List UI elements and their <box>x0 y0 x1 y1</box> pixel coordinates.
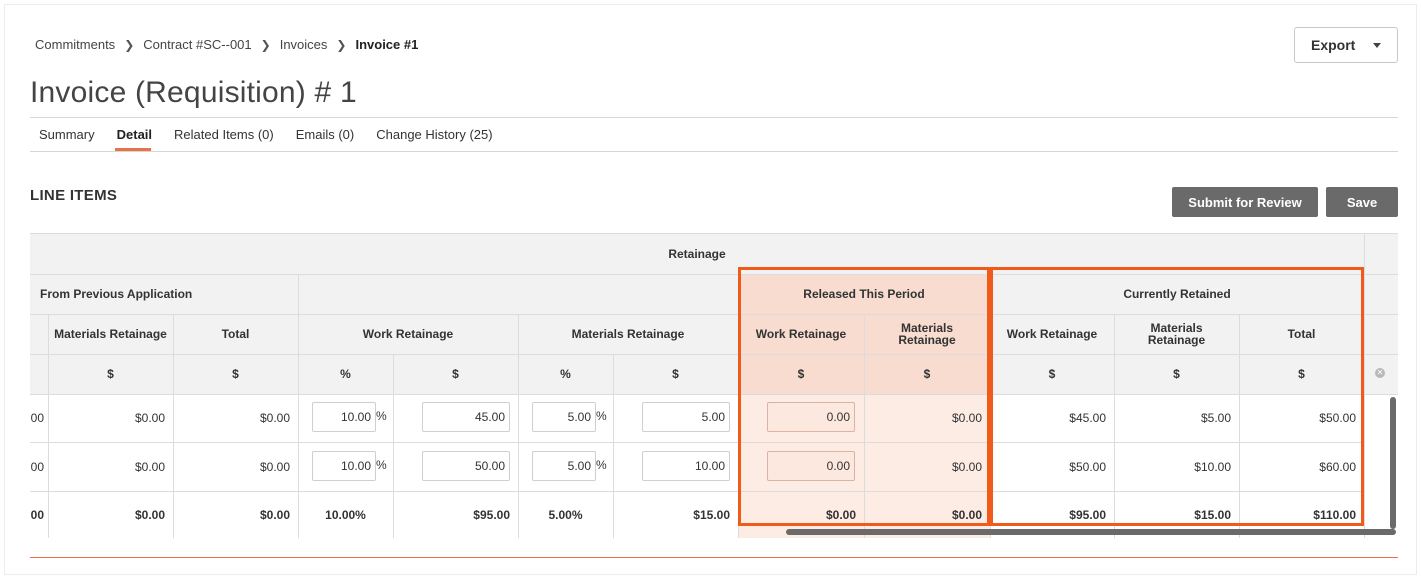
clear-filter-icon[interactable]: ✕ <box>1375 368 1385 378</box>
cut-unit <box>30 354 48 394</box>
table-cell: $60.00 <box>1319 459 1356 474</box>
table-cell: $0.00 <box>259 459 290 474</box>
table-cell: $0.00 <box>951 411 982 425</box>
materials-amount-input[interactable]: 5.00 <box>642 402 730 432</box>
table-cell: $10.00 <box>1194 459 1231 474</box>
materials-amount-input[interactable]: 10.00 <box>642 451 730 481</box>
spacer-header <box>298 274 738 314</box>
table-cell: $45.00 <box>1069 411 1106 425</box>
materials-percent-input[interactable]: 5.00 <box>532 451 596 481</box>
released-work-input[interactable]: 0.00 <box>767 451 855 481</box>
tab-related-items[interactable]: Related Items (0) <box>165 118 283 151</box>
line-items-grid: Retainage From Previous Application Rele… <box>30 233 1398 538</box>
breadcrumb-contract[interactable]: Contract #SC--001 <box>143 37 251 52</box>
unit-percent: % <box>518 354 613 394</box>
current-materials-header: Materials Retainage <box>1114 314 1239 354</box>
table-cell: $5.00 <box>1200 411 1231 425</box>
row-divider <box>30 314 1398 315</box>
work-percent-input[interactable]: 10.00 <box>312 451 376 481</box>
prev-materials-header: Materials Retainage <box>48 314 173 354</box>
work-retainage-header: Work Retainage <box>298 314 518 354</box>
released-this-period-header: Released This Period <box>738 274 990 314</box>
materials-retainage-header: Materials Retainage <box>518 314 738 354</box>
chevron-right-icon: ❯ <box>124 37 135 52</box>
currently-retained-header: Currently Retained <box>990 274 1364 314</box>
totals-cell: $95.00 <box>473 507 510 522</box>
table-cell: $50.00 <box>1069 459 1106 474</box>
col-divider <box>1364 234 1365 538</box>
breadcrumb: Commitments ❯ Contract #SC--001 ❯ Invoic… <box>35 37 418 52</box>
vertical-scrollbar[interactable] <box>1390 397 1396 529</box>
corner-header-2 <box>1364 274 1398 314</box>
tab-bar: Summary Detail Related Items (0) Emails … <box>30 118 506 151</box>
totals-cell: 10.00% <box>325 507 366 522</box>
unit-dollar: $ <box>990 354 1114 394</box>
work-percent-input[interactable]: 10.00 <box>312 402 376 432</box>
tab-detail[interactable]: Detail <box>108 118 161 151</box>
unit-dollar: $ <box>738 354 864 394</box>
unit-dollar: $ <box>48 354 173 394</box>
chevron-right-icon: ❯ <box>260 37 271 52</box>
tab-change-history[interactable]: Change History (25) <box>367 118 501 151</box>
row-divider <box>30 274 1398 275</box>
page-title: Invoice (Requisition) # 1 <box>30 76 357 109</box>
from-previous-header: From Previous Application <box>30 274 298 314</box>
table-cell: $50.00 <box>1319 411 1356 425</box>
current-total-header: Total <box>1239 314 1364 354</box>
table-cell: 00 <box>30 459 44 474</box>
materials-percent-input[interactable]: 5.00 <box>532 402 596 432</box>
breadcrumb-invoices[interactable]: Invoices <box>280 37 328 52</box>
percent-sign: % <box>376 458 387 472</box>
tab-emails[interactable]: Emails (0) <box>287 118 364 151</box>
save-button[interactable]: Save <box>1326 187 1398 217</box>
totals-cell: $15.00 <box>693 507 730 522</box>
unit-percent: % <box>298 354 393 394</box>
retainage-header: Retainage <box>30 234 1364 274</box>
horizontal-scrollbar[interactable] <box>786 529 1396 535</box>
percent-sign: % <box>596 458 607 472</box>
section-title: LINE ITEMS <box>30 187 118 204</box>
unit-dollar: $ <box>864 354 990 394</box>
export-button[interactable]: Export <box>1294 27 1398 63</box>
released-work-header: Work Retainage <box>738 314 864 354</box>
released-materials-header: Materials Retainage <box>864 314 990 354</box>
work-amount-input[interactable]: 50.00 <box>422 451 510 481</box>
totals-cell: $0.00 <box>259 507 290 522</box>
breadcrumb-current: Invoice #1 <box>355 37 419 52</box>
current-work-header: Work Retainage <box>990 314 1114 354</box>
table-cell: $0.00 <box>134 411 165 425</box>
caret-down-icon <box>1373 43 1381 48</box>
breadcrumb-commitments[interactable]: Commitments <box>35 37 115 52</box>
released-work-input[interactable]: 0.00 <box>767 402 855 432</box>
unit-dollar: $ <box>613 354 738 394</box>
unit-dollar: $ <box>1114 354 1239 394</box>
submit-for-review-button[interactable]: Submit for Review <box>1172 187 1318 217</box>
prev-total-header: Total <box>173 314 298 354</box>
unit-dollar: $ <box>393 354 518 394</box>
corner-header-3 <box>1364 314 1398 354</box>
tabs-divider-bottom <box>30 151 1398 152</box>
table-cell: 00 <box>30 411 44 425</box>
table-cell: $0.00 <box>259 411 290 425</box>
totals-cell: $0.00 <box>134 507 165 522</box>
percent-sign: % <box>376 409 387 423</box>
corner-header <box>1364 234 1398 274</box>
bottom-accent-line <box>30 557 1398 558</box>
unit-dollar: $ <box>1239 354 1364 394</box>
table-cell: $0.00 <box>134 459 165 474</box>
percent-sign: % <box>596 409 607 423</box>
export-label: Export <box>1311 37 1356 53</box>
tab-summary[interactable]: Summary <box>30 118 104 151</box>
totals-cell: 00 <box>30 507 44 522</box>
work-amount-input[interactable]: 45.00 <box>422 402 510 432</box>
table-cell: $0.00 <box>951 459 982 474</box>
row-divider <box>30 354 1398 355</box>
cut-col-header <box>30 314 48 354</box>
chevron-right-icon: ❯ <box>336 37 347 52</box>
unit-dollar: $ <box>173 354 298 394</box>
totals-cell: 5.00% <box>548 507 583 522</box>
